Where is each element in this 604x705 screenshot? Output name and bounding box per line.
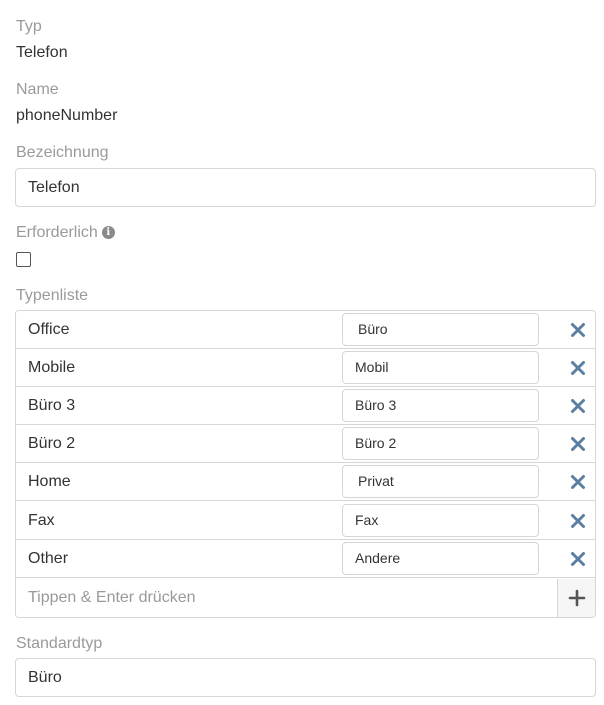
- type-key-label: Büro 3: [28, 397, 76, 414]
- bezeichnung-input[interactable]: Telefon: [15, 168, 596, 207]
- info-icon[interactable]: i: [101, 226, 115, 239]
- standardtyp-select[interactable]: Büro: [15, 658, 596, 697]
- type-key-label: Other: [28, 550, 69, 567]
- add-type-button[interactable]: [557, 579, 595, 617]
- name-label: Name: [16, 81, 59, 98]
- add-type-input[interactable]: Tippen & Enter drücken: [16, 579, 557, 617]
- standardtyp-label: Standardtyp: [16, 635, 103, 652]
- type-list-row: Other Andere: [16, 540, 595, 578]
- type-list-row: Office Büro: [16, 311, 595, 349]
- remove-icon[interactable]: [568, 396, 588, 416]
- typ-value: Telefon: [16, 44, 68, 61]
- type-key-label: Büro 2: [28, 435, 76, 452]
- type-translation-input[interactable]: Mobil: [342, 351, 539, 384]
- type-list-row: Büro 2 Büro 2: [16, 425, 595, 463]
- remove-icon[interactable]: [568, 434, 588, 454]
- remove-icon[interactable]: [568, 320, 588, 340]
- type-translation-input[interactable]: Büro: [342, 313, 539, 346]
- erforderlich-label-group: Erforderlich i: [16, 224, 115, 242]
- type-list-row: Mobile Mobil: [16, 349, 595, 387]
- plus-icon: [568, 589, 586, 607]
- type-translation-input[interactable]: Andere: [342, 542, 539, 575]
- typ-label: Typ: [16, 18, 42, 35]
- remove-icon[interactable]: [568, 472, 588, 492]
- name-value: phoneNumber: [16, 107, 118, 124]
- remove-icon[interactable]: [568, 549, 588, 569]
- type-key-label: Home: [28, 473, 71, 490]
- type-list-row: Büro 3 Büro 3: [16, 387, 595, 425]
- type-key-label: Mobile: [28, 359, 76, 376]
- erforderlich-checkbox[interactable]: [16, 252, 31, 267]
- add-type-row: Tippen & Enter drücken: [16, 579, 595, 617]
- type-key-label: Office: [28, 321, 70, 338]
- type-list-row: Home Privat: [16, 463, 595, 501]
- type-translation-input[interactable]: Fax: [342, 504, 539, 537]
- type-translation-input[interactable]: Privat: [342, 465, 539, 498]
- type-translation-input[interactable]: Büro 2: [342, 427, 539, 460]
- erforderlich-label: Erforderlich: [16, 224, 98, 241]
- type-key-label: Fax: [28, 512, 55, 529]
- type-translation-input[interactable]: Büro 3: [342, 389, 539, 422]
- bezeichnung-label: Bezeichnung: [16, 144, 109, 161]
- type-list-row: Fax Fax: [16, 502, 595, 540]
- remove-icon[interactable]: [568, 358, 588, 378]
- type-list: Office Büro Mobile Mobil Büro 3 Büro 3 B…: [15, 310, 596, 618]
- typenliste-label: Typenliste: [16, 287, 89, 304]
- remove-icon[interactable]: [568, 511, 588, 531]
